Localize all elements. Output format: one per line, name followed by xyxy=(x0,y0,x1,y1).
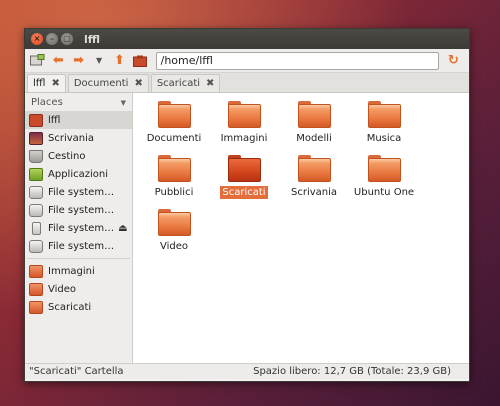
folder-item[interactable]: Scrivania xyxy=(277,155,351,198)
file-view[interactable]: Documenti Immagini Modelli Musica Pubbli… xyxy=(133,93,469,363)
history-dropdown-icon[interactable]: ▼ xyxy=(90,52,107,70)
window-title: lffl xyxy=(84,32,101,46)
folder-item[interactable]: Musica xyxy=(347,101,421,144)
folder-item[interactable]: Pubblici xyxy=(137,155,211,198)
folder-icon xyxy=(29,264,43,278)
folder-label: Musica xyxy=(366,133,402,144)
sidebar-item-applications[interactable]: Applicazioni xyxy=(25,165,132,183)
sidebar-item-label: Scaricati xyxy=(48,301,92,313)
sidebar-item-label: lffl xyxy=(48,114,61,126)
sidebar-item-label: Cestino xyxy=(48,150,86,162)
back-arrow-icon[interactable]: ⬅ xyxy=(49,52,66,70)
drive-icon xyxy=(29,185,43,199)
sidebar-item-trash[interactable]: Cestino xyxy=(25,147,132,165)
sidebar: Places ▼ lffl Scrivania Cestino Applicaz… xyxy=(25,93,133,363)
sidebar-item-immagini[interactable]: Immagini xyxy=(25,262,132,280)
sidebar-item-scaricati[interactable]: Scaricati xyxy=(25,298,132,316)
folder-label: Ubuntu One xyxy=(353,187,415,198)
tab-scaricati[interactable]: Scaricati ✖ xyxy=(150,74,221,92)
folder-icon xyxy=(367,155,401,182)
sidebar-item-label: Video xyxy=(48,283,77,295)
sidebar-item-home[interactable]: lffl xyxy=(25,111,132,129)
folder-label: Scaricati xyxy=(220,186,268,199)
sidebar-item-label: File system… xyxy=(48,186,115,198)
tab-label: lffl xyxy=(33,78,46,89)
folder-icon xyxy=(227,101,261,128)
folder-icon xyxy=(297,101,331,128)
folder-item[interactable]: Video xyxy=(137,209,211,252)
folder-icon xyxy=(157,155,191,182)
folder-label: Modelli xyxy=(296,133,332,144)
folder-icon xyxy=(157,101,191,128)
sidebar-divider xyxy=(27,258,130,259)
folder-icon xyxy=(297,155,331,182)
sidebar-item-video[interactable]: Video xyxy=(25,280,132,298)
folder-icon xyxy=(227,155,261,182)
sidebar-item-label: File system… xyxy=(48,240,115,252)
folder-label: Immagini xyxy=(220,133,268,144)
location-path-field[interactable]: /home/lffl xyxy=(155,51,439,70)
close-tab-icon[interactable]: ✖ xyxy=(134,78,142,89)
sidebar-item-label: Applicazioni xyxy=(48,168,108,180)
tab-lffl[interactable]: lffl ✖ xyxy=(27,74,66,92)
sidebar-item-label: Immagini xyxy=(48,265,95,277)
usb-drive-icon xyxy=(32,221,41,235)
folder-label: Pubblici xyxy=(154,187,194,198)
title-bar: × – □ lffl xyxy=(25,29,469,49)
folder-item[interactable]: Documenti xyxy=(137,101,211,144)
forward-arrow-icon[interactable]: ➡ xyxy=(70,52,87,70)
file-manager-window: × – □ lffl ⬅ ➡ ▼ ⬆ /home/lffl ↻ lffl ✖ D… xyxy=(24,28,470,382)
home-folder-icon xyxy=(29,113,43,127)
sidebar-item-label: File system… xyxy=(48,222,115,234)
places-header[interactable]: Places ▼ xyxy=(25,95,132,111)
folder-icon xyxy=(29,300,43,314)
folder-item-selected[interactable]: Scaricati xyxy=(207,155,281,199)
tab-label: Scaricati xyxy=(156,78,201,89)
sidebar-item-filesystem-4[interactable]: File system… xyxy=(25,237,132,255)
status-bar: "Scaricati" Cartella Spazio libero: 12,7… xyxy=(25,363,469,379)
folder-icon xyxy=(29,282,43,296)
close-tab-icon[interactable]: ✖ xyxy=(206,78,214,89)
folder-label: Video xyxy=(159,241,189,252)
folder-item[interactable]: Ubuntu One xyxy=(347,155,421,198)
folder-item[interactable]: Immagini xyxy=(207,101,281,144)
applications-icon xyxy=(29,167,43,181)
folder-label: Scrivania xyxy=(290,187,338,198)
eject-icon[interactable]: ⏏ xyxy=(118,223,127,234)
status-selection-text: "Scaricati" Cartella xyxy=(29,366,124,377)
places-title: Places xyxy=(31,97,63,108)
tab-bar: lffl ✖ Documenti ✖ Scaricati ✖ xyxy=(25,73,469,93)
view-toggle-icon[interactable] xyxy=(29,52,46,70)
tab-documenti[interactable]: Documenti ✖ xyxy=(67,74,149,92)
desktop-icon xyxy=(29,131,43,145)
folder-item[interactable]: Modelli xyxy=(277,101,351,144)
toolbar: ⬅ ➡ ▼ ⬆ /home/lffl ↻ xyxy=(25,49,469,73)
drive-icon xyxy=(29,203,43,217)
sidebar-item-filesystem-3[interactable]: File system… ⏏ xyxy=(25,219,132,237)
refresh-icon[interactable]: ↻ xyxy=(445,52,462,70)
close-window-button[interactable]: × xyxy=(31,33,43,45)
close-tab-icon[interactable]: ✖ xyxy=(51,78,59,89)
sidebar-item-label: File system… xyxy=(48,204,115,216)
home-icon[interactable] xyxy=(131,52,148,70)
drive-icon xyxy=(29,239,43,253)
sidebar-item-label: Scrivania xyxy=(48,132,95,144)
folder-label: Documenti xyxy=(146,133,202,144)
tab-label: Documenti xyxy=(73,78,129,89)
minimize-window-button[interactable]: – xyxy=(46,33,58,45)
chevron-down-icon[interactable]: ▼ xyxy=(121,99,126,107)
maximize-window-button[interactable]: □ xyxy=(61,33,73,45)
folder-icon xyxy=(367,101,401,128)
sidebar-item-desktop[interactable]: Scrivania xyxy=(25,129,132,147)
status-free-space-text: Spazio libero: 12,7 GB (Totale: 23,9 GB) xyxy=(253,366,451,377)
up-arrow-icon[interactable]: ⬆ xyxy=(111,52,128,70)
folder-icon xyxy=(157,209,191,236)
sidebar-item-filesystem-2[interactable]: File system… xyxy=(25,201,132,219)
sidebar-item-filesystem-1[interactable]: File system… xyxy=(25,183,132,201)
trash-icon xyxy=(29,149,43,163)
